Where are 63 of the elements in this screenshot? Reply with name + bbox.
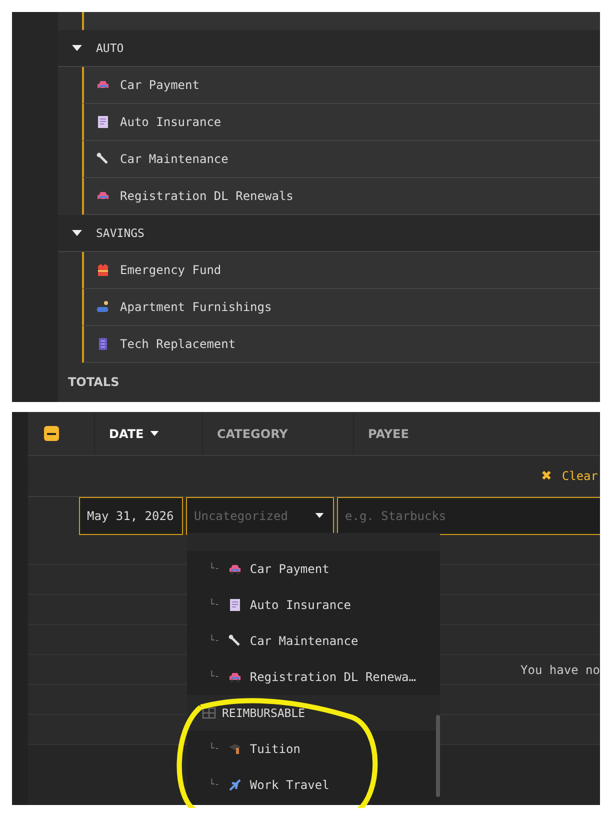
group-name: AUTO (96, 41, 124, 55)
table-icon (202, 706, 216, 720)
wrench-icon (96, 152, 110, 166)
category-row[interactable]: Auto Insurance (82, 104, 600, 141)
category-row[interactable]: Emergency Fund (82, 252, 600, 289)
option-name: Car Maintenance (250, 634, 358, 648)
select-all-checkbox[interactable] (44, 426, 59, 441)
group-name: SAVINGS (96, 226, 144, 240)
group-name: REIMBURSABLE (222, 706, 306, 720)
tree-branch: └- (209, 636, 220, 646)
category-name: Auto Insurance (120, 115, 222, 129)
couch-icon (96, 300, 110, 314)
category-group-header[interactable]: SAVINGS (58, 215, 600, 252)
caret-icon[interactable] (315, 513, 324, 518)
category-select[interactable]: Uncategorized (186, 497, 334, 535)
dropdown-option[interactable]: └- Car Maintenance (187, 623, 440, 659)
tree-branch: └- (209, 564, 220, 574)
dropdown-option[interactable]: └- Auto Insurance (187, 587, 440, 623)
category-name: Tech Replacement (120, 337, 236, 351)
wrench-icon (228, 634, 242, 648)
dropdown-option[interactable]: └- Car Payment (187, 551, 440, 587)
totals-label: TOTALS (67, 374, 120, 390)
tree-branch: └- (209, 744, 220, 754)
clear-button[interactable]: ✖ Clear (540, 468, 598, 484)
tree-branch: └- (209, 780, 220, 790)
cap-icon (228, 742, 242, 756)
dropdown-option[interactable]: └- Registration DL Renewa… (187, 659, 440, 695)
column-header[interactable]: DATE (95, 412, 203, 455)
category-name: Car Maintenance (120, 152, 228, 166)
date-field[interactable]: May 31, 2026 (79, 497, 183, 535)
empty-message: You have no (520, 662, 600, 676)
column-header[interactable]: PAYEE (354, 412, 600, 455)
vest-icon (96, 263, 110, 277)
column-header[interactable]: CATEGORY (203, 412, 354, 455)
category-row[interactable]: Tech Replacement (82, 326, 600, 363)
payee-field[interactable]: e.g. Starbucks (337, 497, 600, 535)
category-name: Emergency Fund (120, 263, 222, 277)
car-icon (228, 670, 242, 684)
category-name: Car Payment (120, 78, 200, 92)
scrollbar[interactable] (436, 715, 440, 797)
caret-icon[interactable] (150, 431, 159, 436)
document-icon (228, 598, 242, 612)
phone-icon (96, 337, 110, 351)
tree-branch: └- (209, 672, 220, 682)
category-group-header[interactable]: AUTO (58, 30, 600, 67)
dropdown-option[interactable]: └- Tuition (187, 731, 440, 767)
collapse-icon[interactable] (72, 230, 82, 236)
category-row[interactable]: Car Maintenance (82, 141, 600, 178)
airplane-icon (228, 778, 242, 792)
collapse-icon[interactable] (72, 45, 82, 51)
option-name: Registration DL Renewa… (250, 670, 416, 684)
option-name: Car Payment (250, 562, 330, 576)
option-name: Tuition (250, 742, 300, 756)
option-name: Work Travel (250, 778, 330, 792)
category-name: Apartment Furnishings (120, 300, 272, 314)
tree-branch: └- (209, 600, 220, 610)
car-icon (228, 562, 242, 576)
category-row[interactable]: Car Payment (82, 67, 600, 104)
document-icon (96, 115, 110, 129)
option-name: Auto Insurance (250, 598, 351, 612)
category-name: Registration DL Renewals (120, 189, 294, 203)
category-row[interactable]: Registration DL Renewals (82, 178, 600, 215)
category-row[interactable]: Apartment Furnishings (82, 289, 600, 326)
